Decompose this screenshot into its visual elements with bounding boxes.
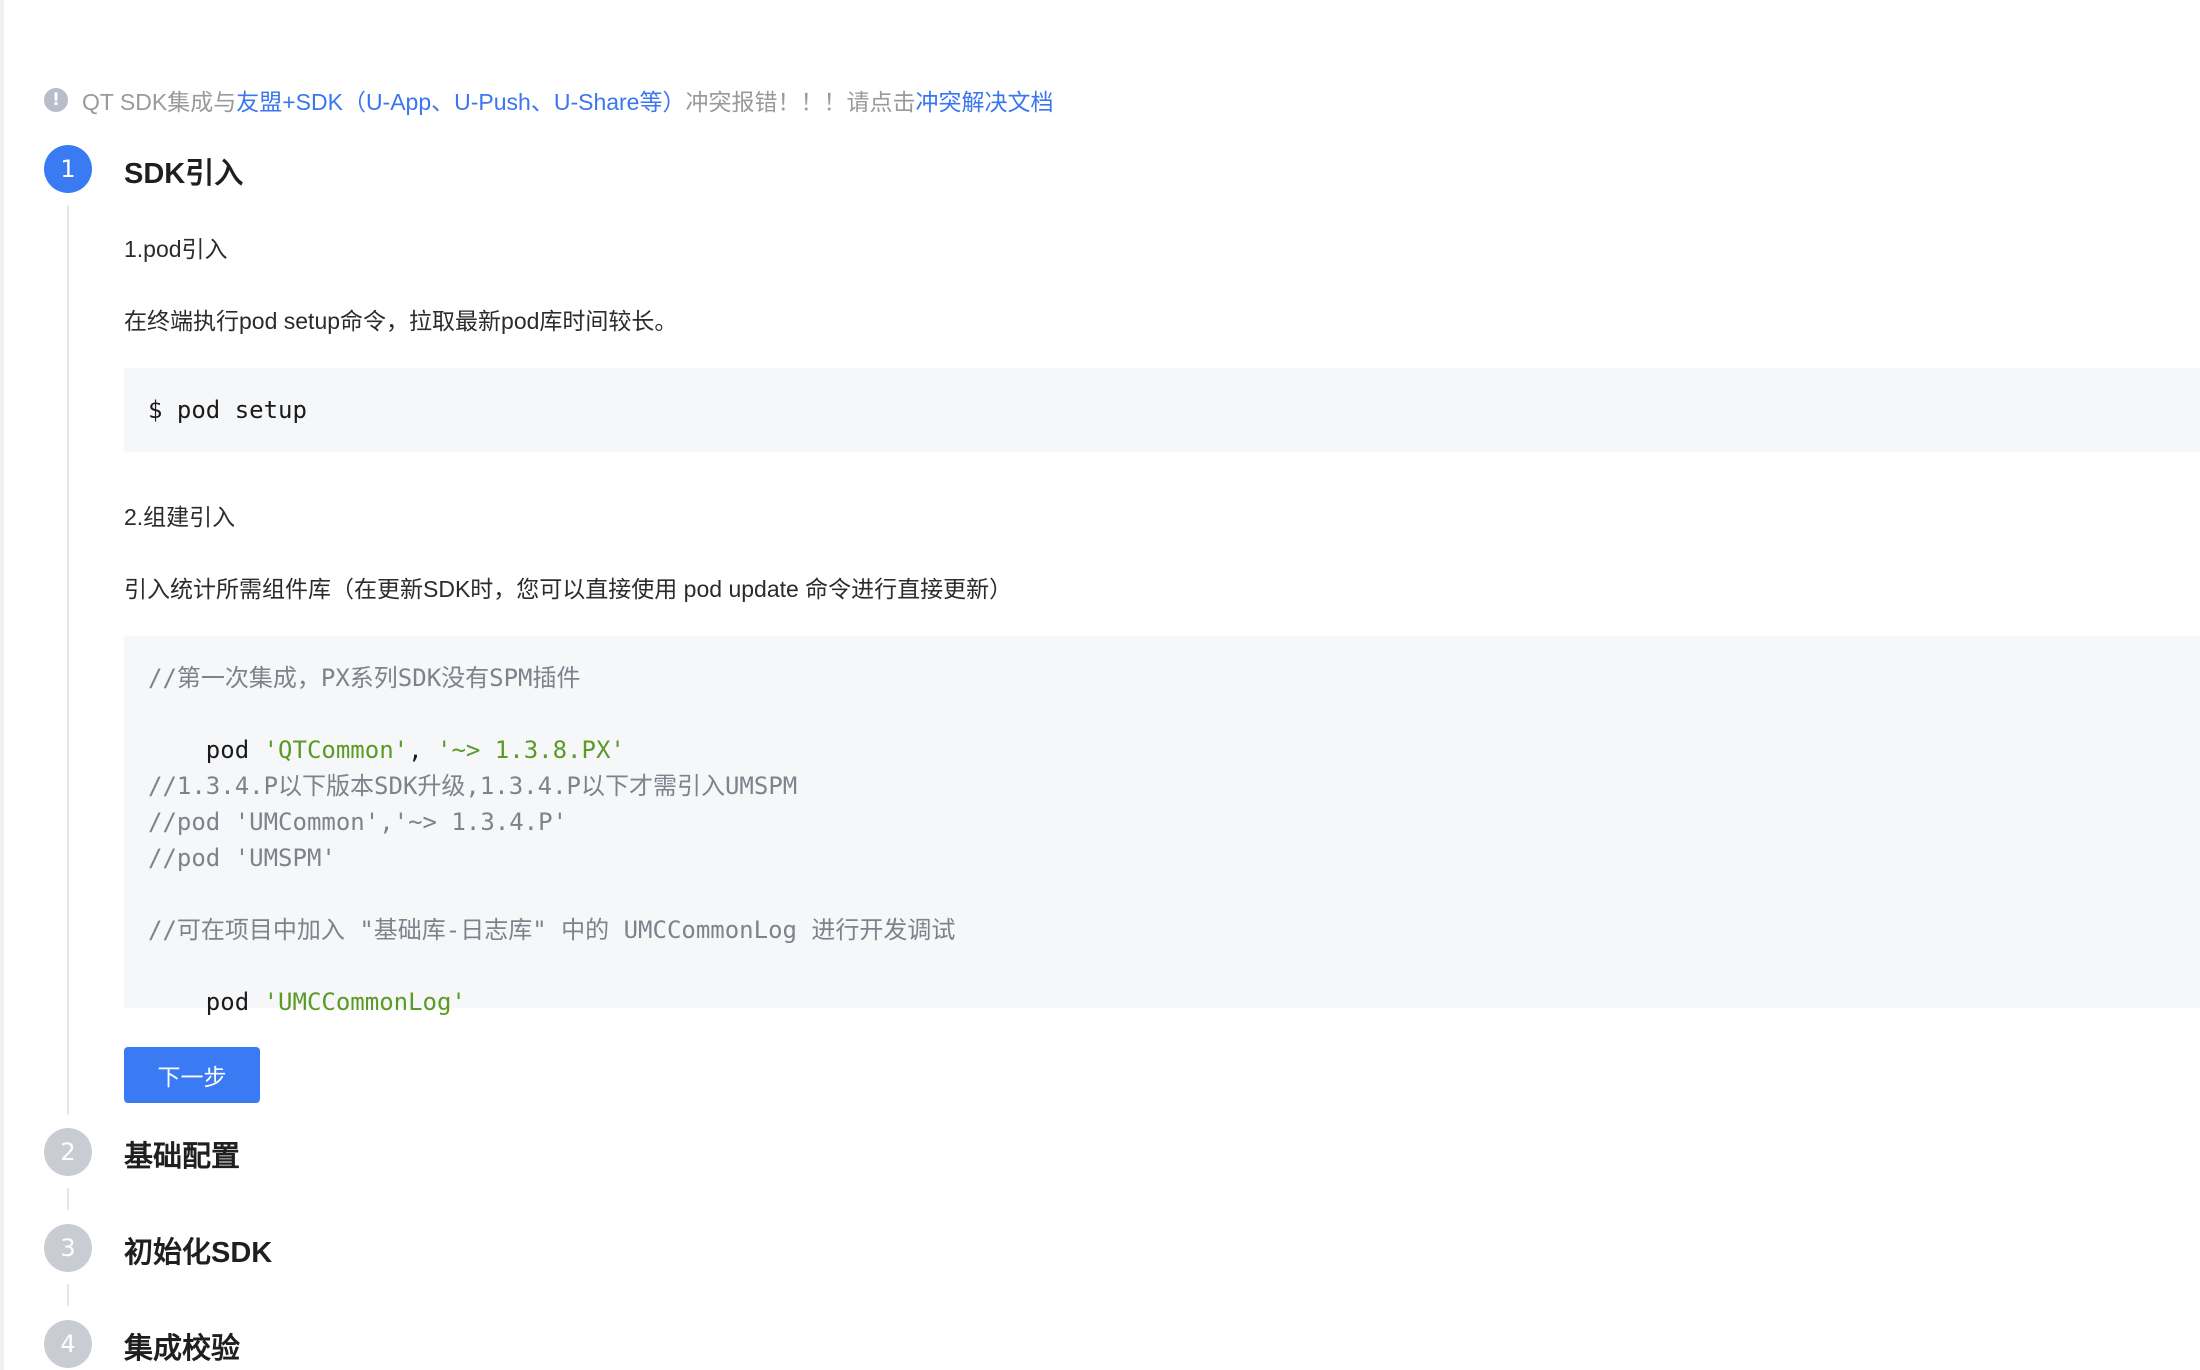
left-border: [0, 0, 4, 1370]
notice-prefix: QT SDK集成与: [82, 89, 237, 115]
code-line: pod 'QTCommon', '~> 1.3.8.PX': [148, 696, 625, 764]
umeng-sdk-link[interactable]: 友盟+SDK（U-App、U-Push、U-Share等）: [236, 83, 685, 117]
step-4-number: 4: [60, 1330, 76, 1358]
step-connector-2: [67, 1188, 69, 1210]
code-line: pod 'UMCCommonLog': [148, 948, 466, 1016]
step-1-title[interactable]: SDK引入: [124, 150, 243, 192]
code-line: $ pod setup: [148, 396, 307, 424]
component-import-heading: 2.组建引入: [124, 504, 236, 530]
component-import-description: 引入统计所需组件库（在更新SDK时，您可以直接使用 pod update 命令进…: [124, 576, 1013, 602]
code-comment-line: //1.3.4.P以下版本SDK升级,1.3.4.P以下才需引入UMSPM: [148, 772, 798, 800]
step-1-indicator[interactable]: 1: [44, 145, 92, 193]
notice-middle: 冲突报错！！！请点击: [685, 89, 916, 115]
code-comment-line: //可在项目中加入 "基础库-日志库" 中的 UMCCommonLog 进行开发…: [148, 916, 956, 944]
podfile-code-block: //第一次集成，PX系列SDK没有SPM插件 pod 'QTCommon', '…: [124, 636, 2200, 1016]
pod-setup-description: 在终端执行pod setup命令，拉取最新pod库时间较长。: [124, 308, 678, 334]
code-string: '~> 1.3.8.PX': [437, 736, 625, 764]
step-2-title[interactable]: 基础配置: [124, 1133, 240, 1175]
step-2-indicator[interactable]: 2: [44, 1128, 92, 1176]
step-3-title[interactable]: 初始化SDK: [124, 1229, 272, 1271]
step-4-title[interactable]: 集成校验: [124, 1325, 240, 1367]
code-keyword: pod: [205, 988, 264, 1016]
pod-import-heading: 1.pod引入: [124, 236, 228, 262]
code-comment-line: //第一次集成，PX系列SDK没有SPM插件: [148, 664, 581, 692]
code-comment-line: //pod 'UMSPM': [148, 844, 336, 872]
step-connector-3: [67, 1284, 69, 1306]
next-step-button[interactable]: 下一步: [124, 1047, 260, 1103]
exclamation-icon: !: [44, 88, 68, 112]
pod-setup-code-block: $ pod setup: [124, 368, 2200, 452]
code-string: 'UMCCommonLog': [263, 988, 466, 1016]
code-keyword: pod: [205, 736, 264, 764]
step-connector-1: [67, 205, 69, 1115]
step-1-number: 1: [60, 155, 76, 183]
conflict-notice: ! QT SDK集成与 友盟+SDK（U-App、U-Push、U-Share等…: [44, 82, 1053, 118]
code-separator: ,: [408, 736, 437, 764]
step-3-number: 3: [60, 1234, 76, 1262]
conflict-doc-link[interactable]: 冲突解决文档: [915, 83, 1053, 117]
step-4-indicator[interactable]: 4: [44, 1320, 92, 1368]
code-string: 'QTCommon': [263, 736, 409, 764]
step-2-number: 2: [60, 1138, 76, 1166]
step-3-indicator[interactable]: 3: [44, 1224, 92, 1272]
code-comment-line: //pod 'UMCommon','~> 1.3.4.P': [148, 808, 568, 836]
